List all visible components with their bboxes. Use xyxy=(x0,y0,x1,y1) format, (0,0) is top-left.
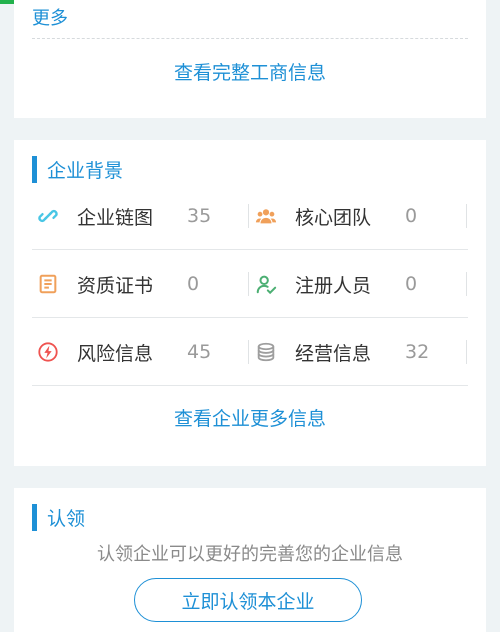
more-link[interactable]: 更多 xyxy=(32,4,68,30)
item-registered-personnel[interactable]: 注册人员 0 xyxy=(250,250,468,318)
column-separator xyxy=(248,340,249,364)
item-count: 45 xyxy=(187,341,212,363)
item-risk-info[interactable]: 风险信息 45 xyxy=(32,318,250,386)
column-separator xyxy=(248,272,249,296)
view-more-company-info-link[interactable]: 查看企业更多信息 xyxy=(14,404,486,431)
column-separator xyxy=(466,340,467,364)
item-count: 35 xyxy=(187,205,212,227)
claim-description: 认领企业可以更好的完善您的企业信息 xyxy=(97,544,403,565)
row-divider xyxy=(32,385,468,386)
background-row: 风险信息 45 经营信息 32 xyxy=(32,318,468,386)
item-core-team[interactable]: 核心团队 0 xyxy=(250,182,468,250)
link-icon xyxy=(35,203,61,229)
lightning-icon xyxy=(35,339,61,365)
background-row: 资质证书 0 注册人员 0 xyxy=(32,250,468,318)
background-row: 企业链图 35 核心团队 0 xyxy=(32,182,468,250)
item-qualification-certificates[interactable]: 资质证书 0 xyxy=(32,250,250,318)
item-label: 企业链图 xyxy=(77,206,154,229)
section-title-background: 企业背景 xyxy=(32,156,123,183)
registered-person-icon xyxy=(253,271,279,297)
item-label: 核心团队 xyxy=(295,206,372,229)
certificate-icon xyxy=(35,271,61,297)
item-label: 资质证书 xyxy=(77,274,154,297)
section-title-text: 认领 xyxy=(47,508,86,530)
dashed-divider xyxy=(32,38,468,39)
item-count: 0 xyxy=(405,205,418,227)
claim-company-button[interactable]: 立即认领本企业 xyxy=(134,578,362,622)
section-title-claim: 认领 xyxy=(32,504,85,531)
column-separator xyxy=(466,272,467,296)
item-label: 经营信息 xyxy=(295,342,372,365)
business-info-card: 更多 查看完整工商信息 xyxy=(14,0,486,118)
title-accent-bar xyxy=(32,156,37,183)
company-background-card: 企业背景 企业链图 35 核心团队 0 资质证书 0 注册人员 0 风险信息 4… xyxy=(14,140,486,466)
view-full-business-info-link[interactable]: 查看完整工商信息 xyxy=(14,58,486,85)
item-label: 注册人员 xyxy=(295,274,372,297)
title-accent-bar xyxy=(32,504,37,531)
item-count: 32 xyxy=(405,341,430,363)
section-title-text: 企业背景 xyxy=(47,160,124,182)
team-icon xyxy=(253,203,279,229)
claim-card: 认领 认领企业可以更好的完善您的企业信息 立即认领本企业 xyxy=(14,488,486,632)
item-label: 风险信息 xyxy=(77,342,154,365)
coins-icon xyxy=(253,339,279,365)
item-count: 0 xyxy=(405,273,418,295)
item-operating-info[interactable]: 经营信息 32 xyxy=(250,318,468,386)
item-company-chain[interactable]: 企业链图 35 xyxy=(32,182,250,250)
column-separator xyxy=(466,204,467,228)
item-count: 0 xyxy=(187,273,200,295)
column-separator xyxy=(248,204,249,228)
